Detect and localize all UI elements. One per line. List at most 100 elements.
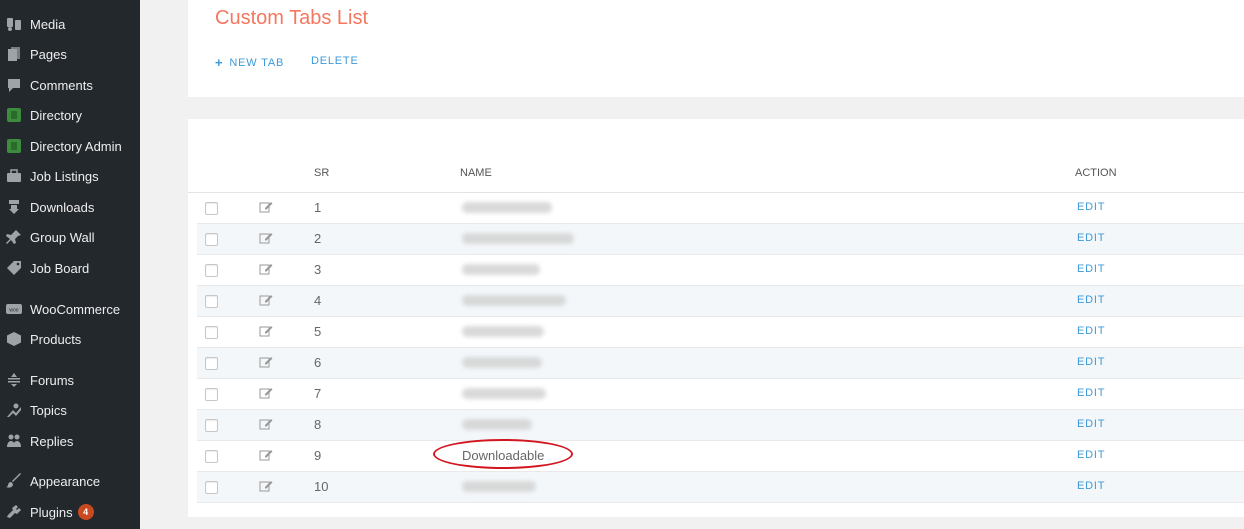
sidebar-item-media[interactable]: Media: [0, 10, 140, 38]
sidebar-item-pages[interactable]: Pages: [0, 40, 140, 68]
sidebar-item-job-listings[interactable]: Job Listings: [0, 162, 140, 190]
row-sr: 2: [314, 231, 322, 246]
row-name-redacted: [462, 294, 566, 309]
edit-icon[interactable]: [259, 231, 273, 245]
row-checkbox[interactable]: [205, 202, 218, 215]
table-row: 5 EDIT: [197, 317, 1244, 348]
briefcase-icon: [6, 168, 22, 184]
sidebar-item-downloads[interactable]: Downloads: [0, 193, 140, 221]
sidebar-item-forums[interactable]: Forums: [0, 366, 140, 394]
comments-icon: [6, 77, 22, 93]
table-row: 1 EDIT: [197, 193, 1244, 224]
row-sr: 8: [314, 417, 322, 432]
sidebar-item-woocommerce[interactable]: woo WooCommerce: [0, 295, 140, 323]
sidebar-item-group-wall[interactable]: Group Wall: [0, 223, 140, 251]
edit-icon[interactable]: [259, 355, 273, 369]
sidebar-item-appearance[interactable]: Appearance: [0, 467, 140, 495]
pin-icon: [6, 229, 22, 245]
table-row: 4 EDIT: [197, 286, 1244, 317]
edit-icon[interactable]: [259, 386, 273, 400]
directory-admin-icon: [6, 138, 22, 154]
row-name-redacted: [462, 325, 544, 340]
sidebar-item-topics[interactable]: Topics: [0, 396, 140, 424]
topics-icon: [6, 402, 22, 418]
sidebar-item-label: Directory Admin: [30, 138, 122, 154]
sidebar-item-replies[interactable]: Replies: [0, 427, 140, 455]
sidebar-item-label: Job Board: [30, 260, 90, 276]
row-edit-link[interactable]: EDIT: [1077, 480, 1105, 492]
sidebar-item-label: Products: [30, 331, 82, 347]
sidebar-item-label: Pages: [30, 46, 67, 62]
row-edit-link[interactable]: EDIT: [1077, 232, 1105, 244]
row-name: Downloadable: [462, 448, 545, 463]
new-tab-button[interactable]: + NEW TAB: [215, 55, 284, 70]
row-checkbox[interactable]: [205, 450, 218, 463]
sidebar-item-label: Forums: [30, 372, 75, 388]
sidebar-item-label: WooCommerce: [30, 301, 121, 317]
edit-icon[interactable]: [259, 324, 273, 338]
row-name-redacted: [462, 418, 532, 433]
page-title: Custom Tabs List: [215, 7, 369, 29]
cube-icon: [6, 331, 22, 347]
replies-icon: [6, 433, 22, 449]
row-checkbox[interactable]: [205, 419, 218, 432]
sidebar-item-plugins[interactable]: Plugins 4: [0, 498, 140, 526]
row-checkbox[interactable]: [205, 481, 218, 494]
sidebar-item-label: Topics: [30, 402, 67, 418]
row-sr: 4: [314, 293, 322, 308]
edit-icon[interactable]: [259, 293, 273, 307]
row-sr: 10: [314, 479, 329, 494]
row-checkbox[interactable]: [205, 357, 218, 370]
edit-icon[interactable]: [259, 200, 273, 214]
row-edit-link[interactable]: EDIT: [1077, 356, 1105, 368]
row-sr: 1: [314, 200, 322, 215]
table-header: SR NAME ACTION: [188, 159, 1244, 193]
sidebar-item-products[interactable]: Products: [0, 325, 140, 353]
main-content: Custom Tabs List + NEW TAB DELETE SR NAM…: [140, 0, 1244, 529]
row-checkbox[interactable]: [205, 326, 218, 339]
edit-icon[interactable]: [259, 262, 273, 276]
sidebar-item-directory-admin[interactable]: Directory Admin: [0, 132, 140, 160]
sidebar-item-label: Appearance: [30, 473, 101, 489]
row-checkbox[interactable]: [205, 388, 218, 401]
sidebar-item-comments[interactable]: Comments: [0, 71, 140, 99]
row-checkbox[interactable]: [205, 295, 218, 308]
sidebar-item-label: Directory: [30, 107, 83, 123]
directory-icon: [6, 107, 22, 123]
delete-label: DELETE: [311, 55, 359, 67]
column-header-action: ACTION: [1075, 167, 1117, 179]
row-sr: 6: [314, 355, 322, 370]
table-row: 6 EDIT: [197, 348, 1244, 379]
sidebar-item-directory[interactable]: Directory: [0, 101, 140, 129]
row-sr: 5: [314, 324, 322, 339]
plus-icon: +: [215, 55, 224, 70]
row-edit-link[interactable]: EDIT: [1077, 449, 1105, 461]
sidebar-item-label: Media: [30, 16, 66, 32]
update-count-badge: 4: [77, 504, 94, 520]
row-edit-link[interactable]: EDIT: [1077, 263, 1105, 275]
table-row: 8 EDIT: [197, 410, 1244, 441]
row-checkbox[interactable]: [205, 233, 218, 246]
sidebar-item-label: Plugins: [30, 504, 73, 520]
edit-icon[interactable]: [259, 417, 273, 431]
row-checkbox[interactable]: [205, 264, 218, 277]
column-header-sr: SR: [314, 167, 330, 179]
svg-text:woo: woo: [9, 308, 18, 314]
tag-icon: [6, 260, 22, 276]
row-edit-link[interactable]: EDIT: [1077, 325, 1105, 337]
row-name-redacted: [462, 387, 546, 402]
pages-icon: [6, 46, 22, 62]
row-edit-link[interactable]: EDIT: [1077, 418, 1105, 430]
row-edit-link[interactable]: EDIT: [1077, 201, 1105, 213]
sidebar-item-job-board[interactable]: Job Board: [0, 254, 140, 282]
table-row: 7 EDIT: [197, 379, 1244, 410]
edit-icon[interactable]: [259, 448, 273, 462]
row-name-redacted: [462, 356, 542, 371]
download-icon: [6, 199, 22, 215]
delete-button[interactable]: DELETE: [311, 55, 359, 67]
row-edit-link[interactable]: EDIT: [1077, 294, 1105, 306]
forums-icon: [6, 372, 22, 388]
edit-icon[interactable]: [259, 479, 273, 493]
row-edit-link[interactable]: EDIT: [1077, 387, 1105, 399]
column-header-name: NAME: [460, 167, 492, 179]
